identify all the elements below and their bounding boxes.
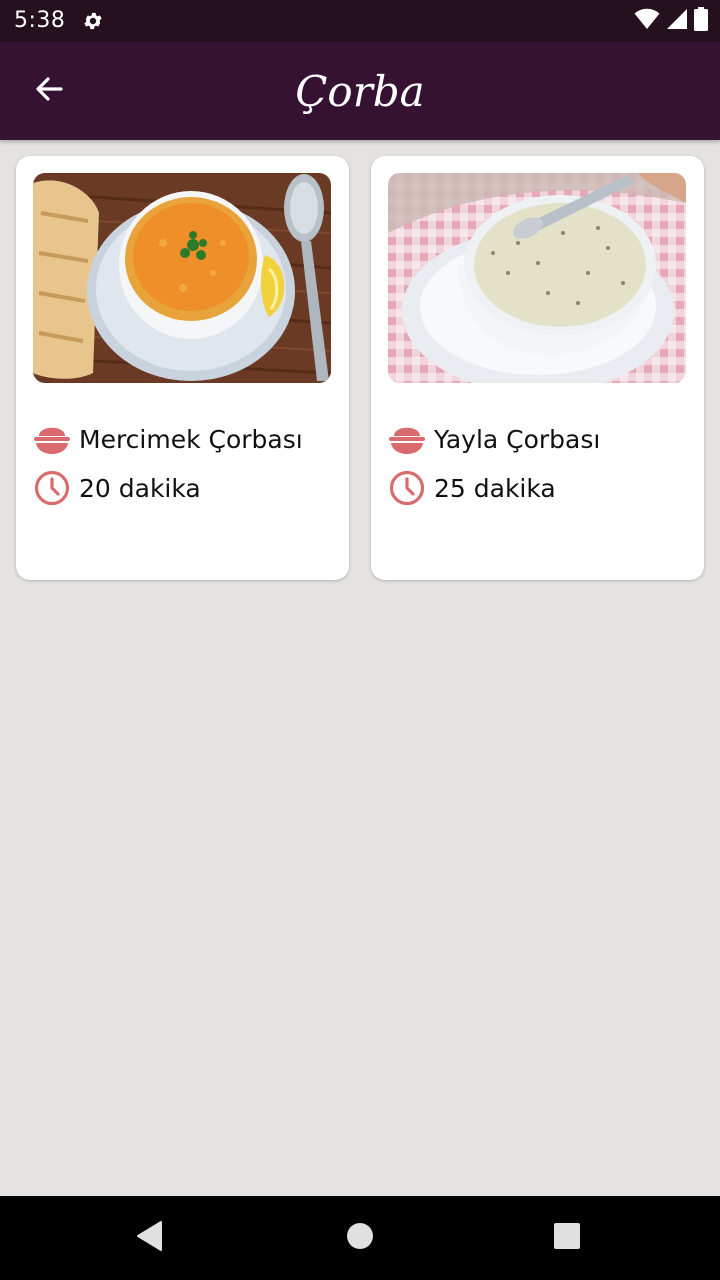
system-nav-bar: [0, 1196, 720, 1280]
recipe-card[interactable]: Mercimek Çorbası 20 dakika: [16, 156, 349, 580]
recipe-name: Yayla Çorbası: [434, 424, 601, 454]
battery-icon: [694, 7, 708, 35]
status-time: 5:38: [14, 8, 66, 33]
recipe-duration-row: 20 dakika: [33, 469, 201, 507]
recipe-duration: 20 dakika: [79, 473, 201, 503]
recents-square-icon: [553, 1222, 581, 1254]
nav-back-button[interactable]: [128, 1216, 172, 1260]
status-bar: 5:38: [0, 0, 720, 42]
recipe-name-row: Yayla Çorbası: [388, 420, 600, 458]
clock-icon: [388, 469, 426, 507]
clock-icon: [33, 469, 71, 507]
nav-recents-button[interactable]: [545, 1216, 589, 1260]
recipe-list-screen: 5:38 Çorba Mercimek Çorbası 20 dakika Ya…: [0, 0, 720, 1280]
status-icons: [634, 7, 708, 35]
cell-signal-icon: [666, 8, 688, 34]
recipe-duration: 25 dakika: [434, 473, 556, 503]
app-bar: Çorba: [0, 42, 720, 140]
recipe-duration-row: 25 dakika: [388, 469, 556, 507]
recipe-name: Mercimek Çorbası: [79, 424, 303, 454]
recipe-card[interactable]: Yayla Çorbası 25 dakika: [371, 156, 704, 580]
nav-home-button[interactable]: [338, 1216, 382, 1260]
recipe-image-yogurt-soup: [388, 173, 686, 383]
back-triangle-icon: [135, 1220, 165, 1256]
home-circle-icon: [346, 1222, 374, 1254]
bowl-icon: [33, 420, 71, 458]
settings-gear-icon: [82, 10, 104, 32]
bowl-icon: [388, 420, 426, 458]
page-title: Çorba: [295, 67, 425, 116]
wifi-icon: [634, 8, 660, 34]
recipe-image-lentil-soup: [33, 173, 331, 383]
recipe-name-row: Mercimek Çorbası: [33, 420, 303, 458]
